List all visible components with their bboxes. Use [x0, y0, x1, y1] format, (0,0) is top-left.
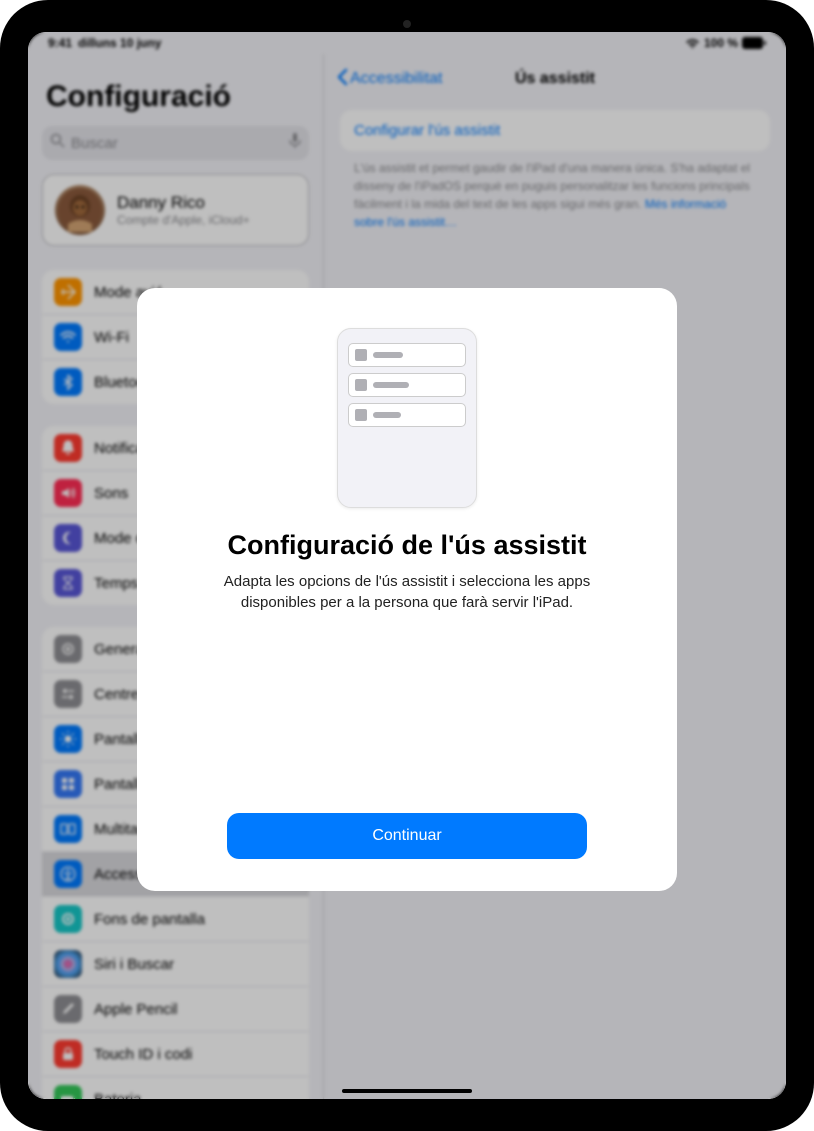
modal-sheet: Configuració de l'ús assistit Adapta les…	[137, 288, 677, 891]
modal-title: Configuració de l'ús assistit	[177, 530, 637, 561]
home-indicator[interactable]	[342, 1089, 472, 1093]
illustration	[337, 328, 477, 508]
modal-description: Adapta les opcions de l'ús assistit i se…	[197, 571, 617, 613]
modal-overlay: Configuració de l'ús assistit Adapta les…	[28, 32, 786, 1099]
device-camera	[403, 20, 411, 28]
continue-button[interactable]: Continuar	[227, 813, 587, 859]
